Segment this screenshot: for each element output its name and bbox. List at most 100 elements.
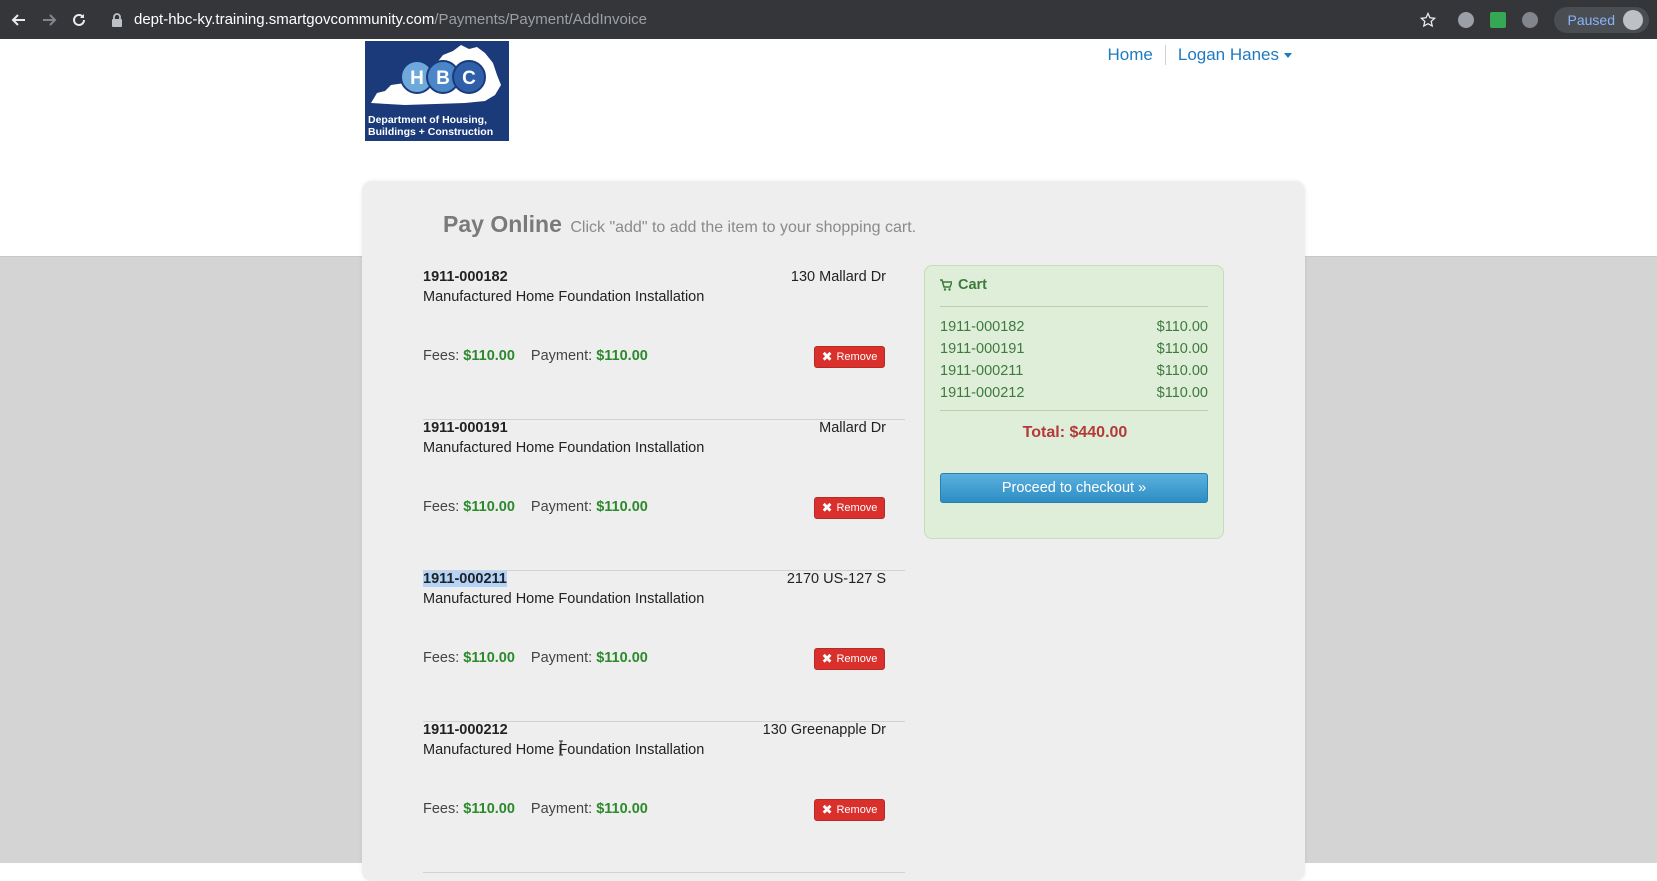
- nav-home-link[interactable]: Home: [1108, 45, 1153, 65]
- page-title: Pay Online Click "add" to add the item t…: [443, 211, 916, 238]
- remove-button[interactable]: ✖ Remove: [814, 346, 885, 368]
- invoice-address: 2170 US-127 S: [786, 571, 886, 587]
- top-nav: Home Logan Hanes: [1108, 45, 1292, 65]
- invoice-item: 1911-000182 130 Mallard Dr Manufactured …: [423, 269, 905, 420]
- payment-value: $110.00: [596, 348, 648, 364]
- cart-row-amount: $110.00: [1156, 341, 1208, 357]
- invoice-amounts: Fees: $110.00 Payment: $110.00: [423, 348, 648, 364]
- cart-row-number: 1911-000211: [940, 363, 1024, 379]
- remove-label: Remove: [836, 804, 878, 816]
- reload-icon[interactable]: [68, 9, 90, 31]
- fees-value: $110.00: [463, 499, 515, 515]
- cart-row-number: 1911-000191: [940, 341, 1025, 357]
- invoice-address: 130 Mallard Dr: [790, 269, 886, 285]
- url-host: dept-hbc-ky.training.smartgovcommunity.c…: [134, 11, 435, 28]
- cart-row-number: 1911-000182: [940, 319, 1025, 335]
- pay-online-title: Pay Online: [443, 211, 562, 237]
- user-menu-dropdown[interactable]: Logan Hanes: [1178, 45, 1292, 65]
- caret-down-icon: [1284, 53, 1292, 59]
- payment-value: $110.00: [596, 499, 648, 515]
- invoice-description: Manufactured Home Foundation Installatio…: [423, 440, 705, 456]
- avatar: [1623, 9, 1643, 30]
- cart-row: 1911-000191 $110.00: [940, 341, 1208, 357]
- logo-caption-line2: Buildings + Construction: [368, 126, 494, 138]
- back-icon[interactable]: [8, 9, 30, 31]
- logo-caption: Department of Housing, Buildings + Const…: [365, 114, 509, 138]
- invoice-item: 1911-000191 Mallard Dr Manufactured Home…: [423, 420, 905, 571]
- cart-row-number: 1911-000212: [940, 385, 1025, 401]
- cart-icon: [940, 279, 952, 291]
- nav-divider: [1164, 45, 1166, 65]
- payment-label: Payment:: [530, 650, 593, 666]
- remove-button[interactable]: ✖ Remove: [814, 497, 885, 519]
- invoice-number: 1911-000212: [423, 722, 508, 738]
- invoice-number: 1911-000191: [423, 420, 508, 436]
- cart-title: Cart: [940, 277, 987, 293]
- remove-label: Remove: [836, 653, 878, 665]
- invoice-number: 1911-000182: [423, 269, 508, 285]
- payment-label: Payment:: [530, 499, 593, 515]
- bookmark-star-icon[interactable]: [1419, 11, 1436, 28]
- browser-toolbar: dept-hbc-ky.training.smartgovcommunity.c…: [0, 0, 1657, 39]
- payment-label: Payment:: [530, 348, 593, 364]
- shopping-cart: Cart 1911-000182 $110.00 1911-000191 $11…: [924, 265, 1224, 539]
- invoice-amounts: Fees: $110.00 Payment: $110.00: [423, 499, 648, 515]
- invoice-amounts: Fees: $110.00 Payment: $110.00: [423, 801, 648, 817]
- payment-label: Payment:: [530, 801, 593, 817]
- payment-value: $110.00: [596, 650, 648, 666]
- shield-extension-icon[interactable]: [1521, 11, 1538, 28]
- cart-row-amount: $110.00: [1156, 385, 1208, 401]
- profile-paused-button[interactable]: Paused: [1553, 6, 1649, 33]
- logo-letter-b: B: [436, 68, 450, 89]
- fees-value: $110.00: [463, 348, 515, 364]
- close-icon: ✖: [821, 651, 833, 666]
- fees-value: $110.00: [463, 801, 515, 817]
- fees-value: $110.00: [463, 650, 515, 666]
- address-bar[interactable]: dept-hbc-ky.training.smartgovcommunity.c…: [110, 6, 647, 33]
- invoice-amounts: Fees: $110.00 Payment: $110.00: [423, 650, 648, 666]
- fees-label: Fees:: [423, 499, 460, 515]
- invoice-item: 1911-000211 2170 US-127 S Manufactured H…: [423, 571, 905, 722]
- logo-caption-line1: Department of Housing,: [368, 114, 488, 126]
- url-path: /Payments/Payment/AddInvoice: [434, 11, 647, 28]
- cart-row-amount: $110.00: [1156, 363, 1208, 379]
- invoice-item: 1911-000212 130 Greenapple Dr Manufactur…: [423, 722, 905, 873]
- invoice-address: Mallard Dr: [819, 420, 886, 436]
- text-cursor-icon: [559, 740, 563, 756]
- close-icon: ✖: [821, 349, 833, 364]
- cart-row-amount: $110.00: [1156, 319, 1208, 335]
- extension-icon[interactable]: [1457, 11, 1474, 28]
- close-icon: ✖: [821, 500, 833, 515]
- invoice-address: 130 Greenapple Dr: [762, 722, 886, 738]
- invoice-description: Manufactured Home Foundation Installatio…: [423, 289, 705, 305]
- paused-label: Paused: [1567, 11, 1615, 28]
- cart-title-label: Cart: [958, 277, 988, 293]
- invoice-description: Manufactured Home Foundation Installatio…: [423, 591, 705, 607]
- cart-divider: [940, 306, 1208, 307]
- lock-icon: [112, 12, 122, 27]
- remove-label: Remove: [836, 351, 878, 363]
- fees-label: Fees:: [423, 348, 460, 364]
- forward-icon[interactable]: [38, 9, 60, 31]
- invoice-number: 1911-000211: [423, 571, 507, 587]
- remove-label: Remove: [836, 502, 878, 514]
- user-name: Logan Hanes: [1177, 45, 1279, 64]
- fees-label: Fees:: [423, 650, 460, 666]
- payment-value: $110.00: [596, 801, 648, 817]
- remove-button[interactable]: ✖ Remove: [814, 799, 885, 821]
- cart-total: Total: $440.00: [1022, 424, 1128, 441]
- pay-online-panel: Pay Online Click "add" to add the item t…: [362, 181, 1305, 881]
- download-extension-icon[interactable]: [1489, 11, 1506, 28]
- fees-label: Fees:: [423, 801, 460, 817]
- cart-divider: [940, 410, 1208, 411]
- close-icon: ✖: [821, 802, 833, 817]
- logo-letter-c: C: [462, 68, 476, 89]
- cart-row: 1911-000211 $110.00: [940, 363, 1208, 379]
- kentucky-map-logo-icon: H B C: [371, 45, 501, 105]
- remove-button[interactable]: ✖ Remove: [814, 648, 885, 670]
- logo-letter-h: H: [410, 68, 424, 89]
- pay-online-subtitle: Click "add" to add the item to your shop…: [570, 219, 917, 236]
- cart-row: 1911-000182 $110.00: [940, 319, 1208, 335]
- hbc-logo[interactable]: H B C Department of Housing, Buildings +…: [365, 41, 509, 141]
- proceed-to-checkout-button[interactable]: Proceed to checkout »: [940, 473, 1208, 503]
